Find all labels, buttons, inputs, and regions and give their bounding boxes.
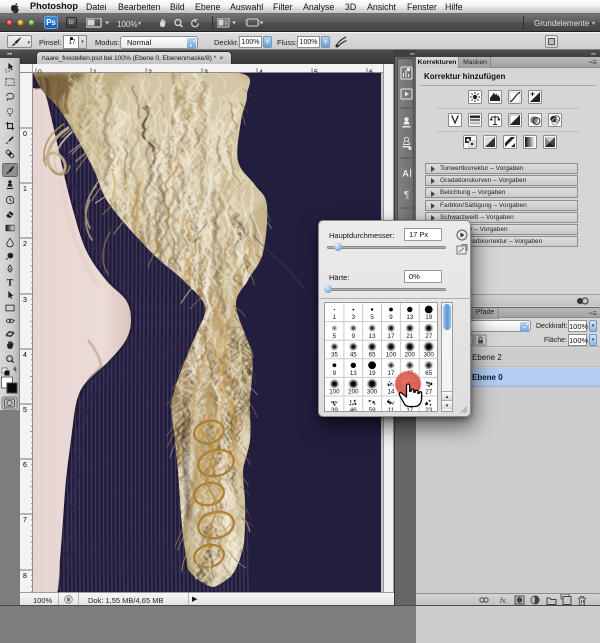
svg-text:A: A	[402, 169, 409, 179]
svg-text:45: 45	[350, 351, 357, 358]
svg-text:65: 65	[425, 370, 432, 377]
svg-text:7: 7	[23, 517, 27, 524]
svg-text:14: 14	[388, 389, 395, 396]
svg-text:9: 9	[333, 370, 337, 377]
svg-text:11: 11	[388, 407, 395, 412]
svg-text:65: 65	[369, 351, 376, 358]
svg-text:1: 1	[333, 314, 337, 321]
svg-text:21: 21	[406, 333, 413, 340]
svg-text:17: 17	[388, 333, 395, 340]
svg-text:T: T	[7, 278, 14, 289]
svg-text:2: 2	[23, 241, 27, 248]
svg-text:300: 300	[367, 389, 378, 396]
svg-text:5: 5	[370, 314, 374, 321]
svg-text:19: 19	[425, 314, 432, 321]
svg-text:35: 35	[331, 351, 338, 358]
svg-text:100: 100	[386, 351, 397, 358]
svg-text:59: 59	[369, 407, 376, 412]
svg-text:27: 27	[425, 389, 432, 396]
svg-text:4: 4	[23, 352, 27, 359]
svg-text:5: 5	[333, 333, 337, 340]
svg-text:23: 23	[425, 407, 432, 412]
svg-text:200: 200	[348, 389, 359, 396]
svg-text:1: 1	[23, 186, 27, 193]
svg-text:200: 200	[405, 351, 416, 358]
svg-text:27: 27	[425, 333, 432, 340]
svg-text:39: 39	[331, 407, 338, 412]
svg-text:13: 13	[350, 370, 357, 377]
svg-text:3: 3	[352, 314, 356, 321]
svg-text:13: 13	[369, 333, 376, 340]
svg-text:19: 19	[369, 370, 376, 377]
svg-text:¶: ¶	[404, 190, 409, 201]
svg-text:46: 46	[350, 407, 357, 412]
svg-text:9: 9	[389, 314, 393, 321]
svg-text:13: 13	[406, 314, 413, 321]
svg-text:8: 8	[23, 573, 27, 580]
svg-text:17: 17	[388, 370, 395, 377]
svg-text:300: 300	[424, 351, 435, 358]
svg-text:0: 0	[23, 131, 27, 138]
svg-text:100: 100	[329, 389, 340, 396]
svg-text:5: 5	[23, 407, 27, 414]
svg-text:3: 3	[23, 297, 27, 304]
svg-text:9: 9	[352, 333, 356, 340]
svg-text:6: 6	[23, 462, 27, 469]
